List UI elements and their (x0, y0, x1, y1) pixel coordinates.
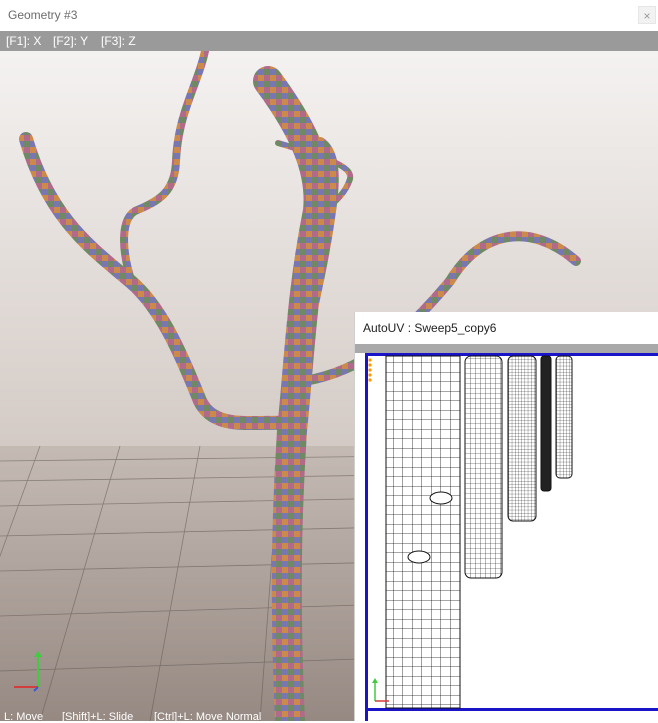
uv-island-twig[interactable] (555, 355, 573, 479)
uv-island-branch[interactable] (507, 355, 537, 522)
window-title: Geometry #3 (8, 8, 78, 22)
key-hint-x: [F1]: X (6, 34, 42, 48)
uv-island-branch[interactable] (464, 355, 503, 579)
status-move-normal: [Ctrl]+L: Move Normal (154, 711, 262, 723)
key-hint-z: [F3]: Z (101, 34, 136, 48)
uv-hole (407, 550, 431, 564)
uv-island-twig[interactable] (540, 355, 552, 492)
status-bar: L: Move [Shift]+L: Slide [Ctrl]+L: Move … (0, 711, 360, 723)
uv-hole (429, 491, 453, 505)
status-move: L: Move (4, 711, 44, 723)
autouv-toolbar (355, 344, 658, 353)
close-icon[interactable]: × (638, 6, 656, 24)
status-slide: [Shift]+L: Slide (62, 711, 134, 723)
autouv-title: AutoUV : Sweep5_copy6 (363, 321, 497, 335)
autouv-panel[interactable]: AutoUV : Sweep5_copy6 (354, 312, 658, 721)
axis-key-bar: [F1]: X [F2]: Y [F3]: Z (0, 31, 658, 51)
window-titlebar: Geometry #3 × (0, 0, 658, 31)
uv-island-trunk[interactable] (385, 355, 461, 709)
key-hint-y: [F2]: Y (53, 34, 89, 48)
uv-canvas[interactable] (355, 353, 658, 721)
